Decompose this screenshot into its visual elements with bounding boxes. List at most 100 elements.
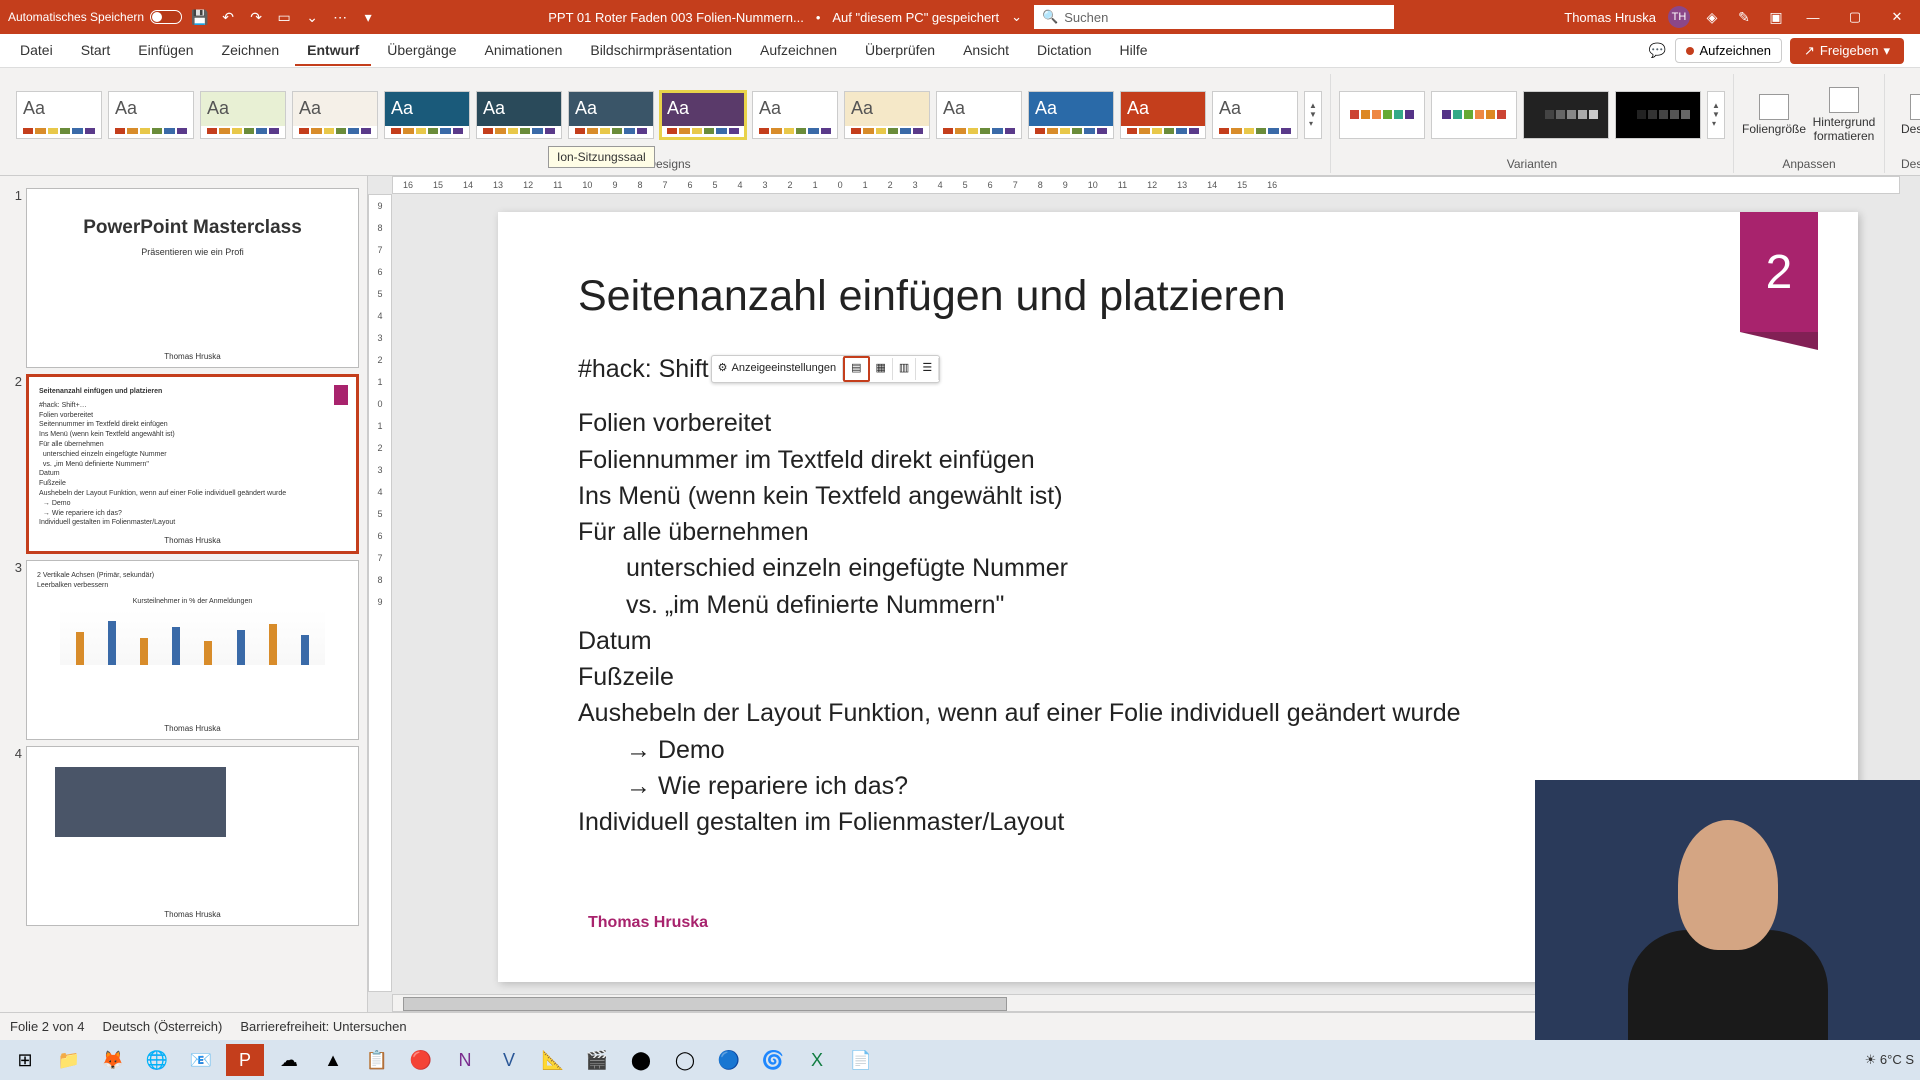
tab-uebergaenge[interactable]: Übergänge xyxy=(375,36,468,66)
app-icon[interactable]: 🎬 xyxy=(578,1044,616,1076)
excel-icon[interactable]: X xyxy=(798,1044,836,1076)
theme-tile-12[interactable]: Aa xyxy=(1120,91,1206,139)
share-button[interactable]: ↗Freigeben▾ xyxy=(1790,38,1904,64)
close-button[interactable]: ✕ xyxy=(1882,7,1912,27)
theme-tile-5[interactable]: Aa xyxy=(476,91,562,139)
chrome-icon[interactable]: 🌐 xyxy=(138,1044,176,1076)
tab-aufzeichnen[interactable]: Aufzeichnen xyxy=(748,36,849,66)
variant-tile-0[interactable] xyxy=(1339,91,1425,139)
tab-datei[interactable]: Datei xyxy=(8,36,65,66)
themes-more-button[interactable]: ▲▼▾ xyxy=(1304,91,1322,139)
app-icon[interactable]: ◯ xyxy=(666,1044,704,1076)
visio-icon[interactable]: V xyxy=(490,1044,528,1076)
thumb-number: 1 xyxy=(8,188,26,368)
tab-ansicht[interactable]: Ansicht xyxy=(951,36,1021,66)
view-outline-button[interactable]: ▥ xyxy=(893,358,916,380)
theme-tile-0[interactable]: Aa xyxy=(16,91,102,139)
app-icon[interactable]: 📐 xyxy=(534,1044,572,1076)
app-icon[interactable]: 🔵 xyxy=(710,1044,748,1076)
tab-zeichnen[interactable]: Zeichnen xyxy=(210,36,292,66)
dropdown-icon[interactable]: ⌄ xyxy=(302,7,322,27)
view-normal-button[interactable]: ▤ xyxy=(843,356,869,382)
obs-icon[interactable]: ⬤ xyxy=(622,1044,660,1076)
overflow-icon[interactable]: ▾ xyxy=(358,7,378,27)
weather-widget[interactable]: ☀ 6°C S xyxy=(1865,1052,1914,1068)
outlook-icon[interactable]: 📧 xyxy=(182,1044,220,1076)
language-status[interactable]: Deutsch (Österreich) xyxy=(102,1019,222,1034)
theme-tile-10[interactable]: Aa xyxy=(936,91,1022,139)
thumb-body: #hack: Shift+…Folien vorbereitetSeitennu… xyxy=(39,401,346,528)
format-bg-button[interactable]: Hintergrund formatieren xyxy=(1812,87,1876,143)
record-button[interactable]: Aufzeichnen xyxy=(1675,38,1782,63)
thumb-number: 2 xyxy=(8,374,26,554)
theme-tile-9[interactable]: Aa xyxy=(844,91,930,139)
user-name: Thomas Hruska xyxy=(1564,10,1656,25)
slide-thumb-3[interactable]: 2 Vertikale Achsen (Primär, sekundär)Lee… xyxy=(26,560,359,740)
app-icon[interactable]: 📄 xyxy=(842,1044,880,1076)
theme-tile-3[interactable]: Aa xyxy=(292,91,378,139)
slideshow-icon[interactable]: ▭ xyxy=(274,7,294,27)
start-button[interactable]: ⊞ xyxy=(6,1044,44,1076)
restore-button[interactable]: ▢ xyxy=(1840,7,1870,27)
tab-start[interactable]: Start xyxy=(69,36,123,66)
tab-ueberpruefen[interactable]: Überprüfen xyxy=(853,36,947,66)
chevron-down-icon[interactable]: ⌄ xyxy=(1011,9,1022,25)
slide-title[interactable]: Seitenanzahl einfügen und platzieren xyxy=(578,272,1778,321)
variant-tile-2[interactable] xyxy=(1523,91,1609,139)
variant-tile-3[interactable] xyxy=(1615,91,1701,139)
tab-entwurf[interactable]: Entwurf xyxy=(295,36,371,66)
variants-more-button[interactable]: ▲▼▾ xyxy=(1707,91,1725,139)
accessibility-status[interactable]: Barrierefreiheit: Untersuchen xyxy=(240,1019,406,1034)
view-reading-button[interactable]: ☰ xyxy=(916,358,939,380)
diamond-icon[interactable]: ◈ xyxy=(1702,7,1722,27)
slide-panel[interactable]: 1 PowerPoint Masterclass Präsentieren wi… xyxy=(0,176,368,1012)
vlc-icon[interactable]: ▲ xyxy=(314,1044,352,1076)
autosave-label: Automatisches Speichern xyxy=(8,10,144,24)
slide-thumb-4[interactable]: Thomas Hruska xyxy=(26,746,359,926)
view-grid-button[interactable]: ▦ xyxy=(870,358,893,380)
firefox-icon[interactable]: 🦊 xyxy=(94,1044,132,1076)
user-avatar[interactable]: TH xyxy=(1668,6,1690,28)
mini-toolbar[interactable]: ⚙Anzeigeeinstellungen ▤ ▦ ▥ ☰ xyxy=(711,355,941,383)
tab-dictation[interactable]: Dictation xyxy=(1025,36,1103,66)
theme-tile-4[interactable]: Aa xyxy=(384,91,470,139)
designer-button[interactable]: Designer xyxy=(1893,94,1920,136)
redo-icon[interactable]: ↷ xyxy=(246,7,266,27)
tab-einfuegen[interactable]: Einfügen xyxy=(126,36,205,66)
app-icon[interactable]: 📋 xyxy=(358,1044,396,1076)
slide-thumb-2[interactable]: Seitenanzahl einfügen und platzieren #ha… xyxy=(26,374,359,554)
display-settings-button[interactable]: ⚙Anzeigeeinstellungen xyxy=(712,358,843,380)
powerpoint-icon[interactable]: P xyxy=(226,1044,264,1076)
theme-tile-6[interactable]: Aa xyxy=(568,91,654,139)
edge-icon[interactable]: 🌀 xyxy=(754,1044,792,1076)
comment-icon[interactable]: 💬 xyxy=(1647,41,1667,61)
theme-tile-7[interactable]: Aa xyxy=(660,91,746,139)
pen-icon[interactable]: ✎ xyxy=(1734,7,1754,27)
tab-hilfe[interactable]: Hilfe xyxy=(1107,36,1159,66)
slide-body[interactable]: #hack: Shift ⚙Anzeigeeinstellungen ▤ ▦ ▥… xyxy=(578,351,1778,840)
tab-animationen[interactable]: Animationen xyxy=(473,36,575,66)
theme-tile-11[interactable]: Aa xyxy=(1028,91,1114,139)
theme-tile-1[interactable]: Aa xyxy=(108,91,194,139)
theme-tile-2[interactable]: Aa xyxy=(200,91,286,139)
slide-thumb-1[interactable]: PowerPoint Masterclass Präsentieren wie … xyxy=(26,188,359,368)
onenote-icon[interactable]: N xyxy=(446,1044,484,1076)
app-icon[interactable]: 🔴 xyxy=(402,1044,440,1076)
explorer-icon[interactable]: 📁 xyxy=(50,1044,88,1076)
app-icon[interactable]: ☁ xyxy=(270,1044,308,1076)
variant-tile-1[interactable] xyxy=(1431,91,1517,139)
autosave-toggle[interactable]: Automatisches Speichern xyxy=(8,10,182,24)
save-icon[interactable]: 💾 xyxy=(190,7,210,27)
slide-number: 2 xyxy=(1740,212,1818,332)
theme-tile-8[interactable]: Aa xyxy=(752,91,838,139)
minimize-button[interactable]: — xyxy=(1798,7,1828,27)
slide-size-button[interactable]: Foliengröße xyxy=(1742,94,1806,136)
tab-bildschirm[interactable]: Bildschirmpräsentation xyxy=(578,36,744,66)
slide-author: Thomas Hruska xyxy=(588,914,708,932)
window-icon[interactable]: ▣ xyxy=(1766,7,1786,27)
theme-tile-13[interactable]: Aa xyxy=(1212,91,1298,139)
slide-size-icon xyxy=(1759,94,1789,120)
more-icon[interactable]: ⋯ xyxy=(330,7,350,27)
search-input[interactable]: 🔍 Suchen xyxy=(1034,5,1394,29)
undo-icon[interactable]: ↶ xyxy=(218,7,238,27)
